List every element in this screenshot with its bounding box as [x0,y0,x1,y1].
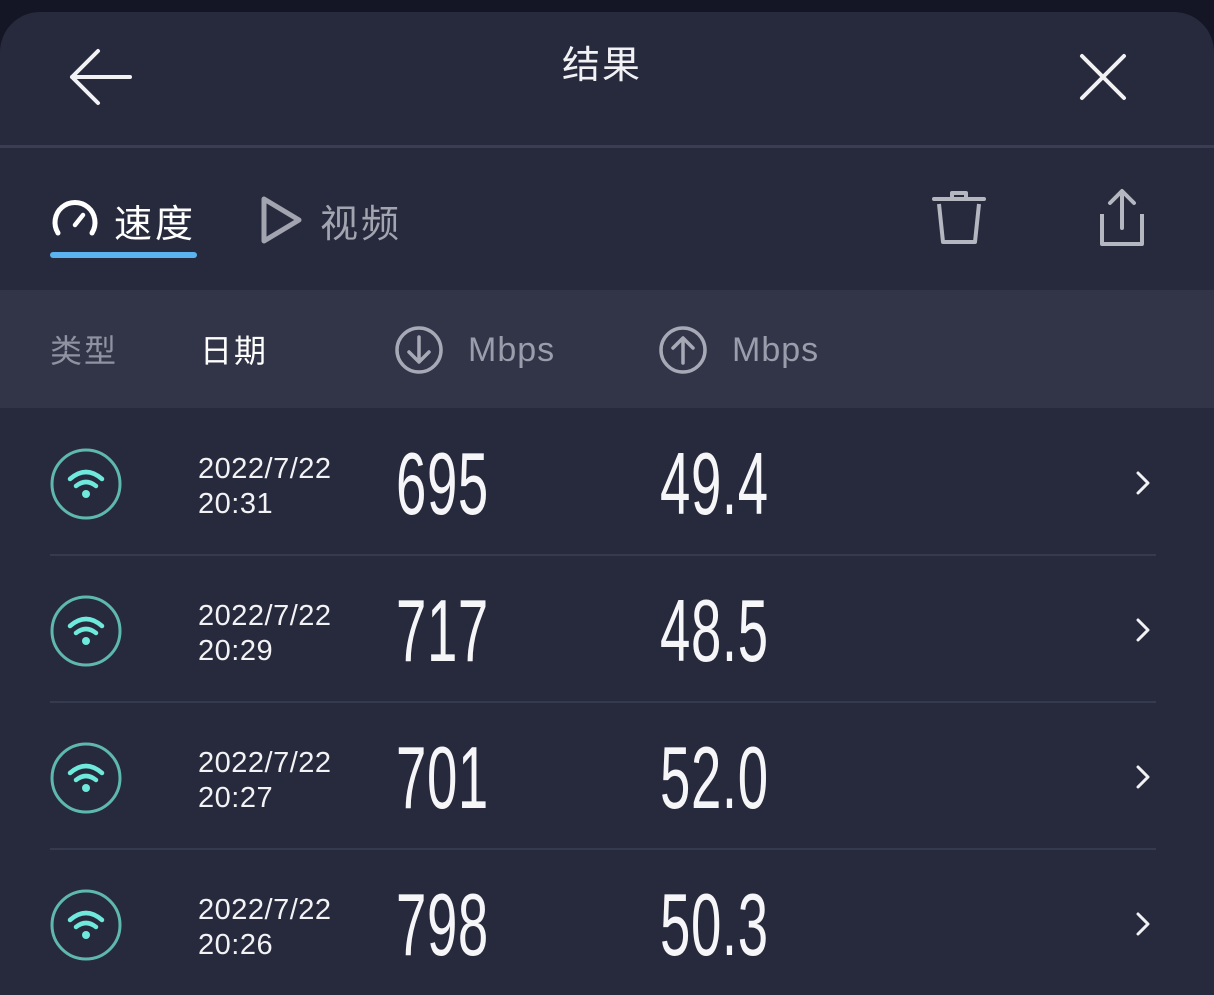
download-unit: Mbps [468,330,556,369]
header-divider [0,145,1214,148]
tab-video[interactable]: 视频 [258,185,402,255]
wifi-icon [50,448,122,520]
chevron-right-icon [1136,471,1150,495]
result-row[interactable]: 2022/7/22 20:29 717 48.5 [0,557,1214,703]
column-date[interactable]: 日期 [200,326,268,372]
wifi-icon [50,889,122,961]
result-time: 20:29 [198,635,274,667]
download-arrow-icon [395,326,443,374]
upload-value: 52.0 [660,728,769,827]
upload-value: 48.5 [660,581,769,680]
result-date: 2022/7/22 [198,600,332,632]
share-button[interactable] [1094,186,1150,250]
chevron-right-icon [1136,765,1150,789]
tab-speed-label: 速度 [114,201,197,246]
download-value: 717 [396,581,489,680]
chevron-right-icon [1136,912,1150,936]
download-value: 701 [396,728,489,827]
upload-unit: Mbps [732,330,820,369]
result-datetime: 2022/7/22 20:31 [198,452,332,522]
result-time: 20:31 [198,488,274,520]
page-title: 结果 [561,43,642,87]
result-datetime: 2022/7/22 20:29 [198,599,332,669]
column-download[interactable]: Mbps [394,322,555,378]
result-row[interactable]: 2022/7/22 20:26 798 50.3 [0,851,1214,995]
download-value: 695 [396,434,489,533]
result-date: 2022/7/22 [198,747,332,779]
chevron-right-icon [1136,618,1150,642]
result-row[interactable]: 2022/7/22 20:31 695 49.4 [0,410,1214,556]
result-datetime: 2022/7/22 20:27 [198,746,332,816]
tab-speed[interactable]: 速度 [50,185,196,255]
play-icon [261,196,302,244]
active-tab-indicator [50,252,197,258]
column-header-bar [0,290,1214,408]
result-time: 20:26 [198,929,274,961]
column-type[interactable]: 类型 [50,326,118,372]
wifi-icon [50,595,122,667]
column-upload[interactable]: Mbps [658,322,819,378]
wifi-icon [50,742,122,814]
upload-arrow-icon [659,326,707,374]
tab-video-label: 视频 [320,201,403,246]
result-date: 2022/7/22 [198,453,332,485]
delete-button[interactable] [930,186,988,250]
result-date: 2022/7/22 [198,894,332,926]
upload-value: 50.3 [660,875,769,974]
download-value: 798 [396,875,489,974]
result-time: 20:27 [198,782,274,814]
results-screen: 结果 速度 视频 类型 日期 Mbps Mbps 2022/7/22 20:31… [0,0,1214,995]
share-icon [1100,189,1144,246]
row-divider [50,848,1156,850]
upload-value: 49.4 [660,434,769,533]
row-divider [50,701,1156,703]
close-icon [1080,54,1126,100]
row-divider [50,554,1156,556]
speedometer-icon [52,200,98,236]
result-datetime: 2022/7/22 20:26 [198,893,332,963]
result-row[interactable]: 2022/7/22 20:27 701 52.0 [0,704,1214,850]
trash-icon [932,191,986,244]
close-button[interactable] [1070,44,1136,110]
